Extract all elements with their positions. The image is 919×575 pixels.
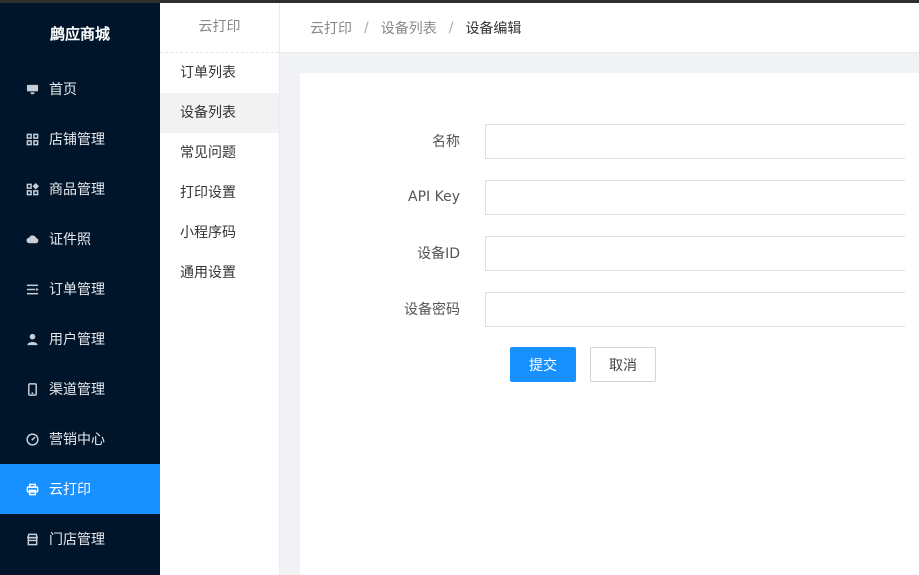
sidebar-item-cloud-print[interactable]: 云打印 [0,464,160,514]
subnav-item-general-settings[interactable]: 通用设置 [160,253,279,293]
subnav-title: 云打印 [160,3,279,53]
sidebar: 鹧应商城 首页 店铺管理 商品管理 证件照 订单管理 用户管理 渠道管理 营销中… [0,0,160,575]
sub-navigation: 云打印 订单列表 设备列表 常见问题 打印设置 小程序码 通用设置 [160,3,280,575]
subnav-item-order-list[interactable]: 订单列表 [160,53,279,93]
breadcrumb-item-device-list[interactable]: 设备列表 [381,18,437,38]
sidebar-item-shop[interactable]: 店铺管理 [0,114,160,164]
subnav-item-print-settings[interactable]: 打印设置 [160,173,279,213]
name-input[interactable] [485,123,905,159]
cloud-icon [24,231,40,247]
breadcrumb-separator: / [448,19,454,36]
subnav-item-faq[interactable]: 常见问题 [160,133,279,173]
device-id-label: 设备ID [417,246,460,262]
printer-icon [24,481,40,497]
form-row-device-id: 设备ID [300,235,919,271]
cancel-button[interactable]: 取消 [590,347,656,382]
monitor-icon [24,81,40,97]
subnav-item-device-list[interactable]: 设备列表 [160,93,279,133]
device-password-input[interactable] [485,291,905,327]
mobile-icon [24,381,40,397]
form-row-name: 名称 [300,123,919,159]
sidebar-item-label: 证件照 [49,232,91,248]
sidebar-item-label: 订单管理 [49,282,105,298]
submit-button[interactable]: 提交 [510,347,576,382]
device-edit-form: 名称 API Key 设备ID 设备密码 提交 取消 [300,73,919,575]
sidebar-item-label: 渠道管理 [49,382,105,398]
device-id-input[interactable] [485,235,905,271]
sidebar-item-label: 首页 [49,82,77,98]
sidebar-item-id-photo[interactable]: 证件照 [0,214,160,264]
name-label: 名称 [432,134,460,150]
sidebar-item-marketing[interactable]: 营销中心 [0,414,160,464]
sidebar-item-label: 营销中心 [49,432,105,448]
form-row-api-key: API Key [300,179,919,215]
dashboard-icon [24,431,40,447]
sidebar-item-home[interactable]: 首页 [0,64,160,114]
store-icon [24,531,40,547]
user-icon [24,331,40,347]
breadcrumb-item-cloud-print[interactable]: 云打印 [310,18,352,38]
breadcrumb-item-device-edit: 设备编辑 [465,20,522,37]
sidebar-item-label: 店铺管理 [49,132,105,148]
app-title: 鹧应商城 [49,25,110,43]
breadcrumb-separator: / [364,19,369,36]
grid-icon [24,131,40,147]
api-key-label: API Key [408,189,460,205]
top-border [0,0,919,3]
device-password-label: 设备密码 [404,302,460,318]
sidebar-item-label: 用户管理 [49,332,105,348]
breadcrumb: 云打印 / 设备列表 / 设备编辑 [280,3,919,53]
sidebar-item-orders[interactable]: 订单管理 [0,264,160,314]
list-icon [24,281,40,297]
subnav-item-mini-program-code[interactable]: 小程序码 [160,213,279,253]
form-row-device-password: 设备密码 [300,291,919,327]
sidebar-item-channels[interactable]: 渠道管理 [0,364,160,414]
sidebar-item-label: 门店管理 [49,532,105,548]
api-key-input[interactable] [485,179,905,215]
apps-icon [24,181,40,197]
sidebar-item-goods[interactable]: 商品管理 [0,164,160,214]
sidebar-item-label: 商品管理 [49,182,105,198]
sidebar-item-users[interactable]: 用户管理 [0,314,160,364]
sidebar-item-label: 云打印 [49,482,91,498]
sidebar-item-stores[interactable]: 门店管理 [0,514,160,564]
